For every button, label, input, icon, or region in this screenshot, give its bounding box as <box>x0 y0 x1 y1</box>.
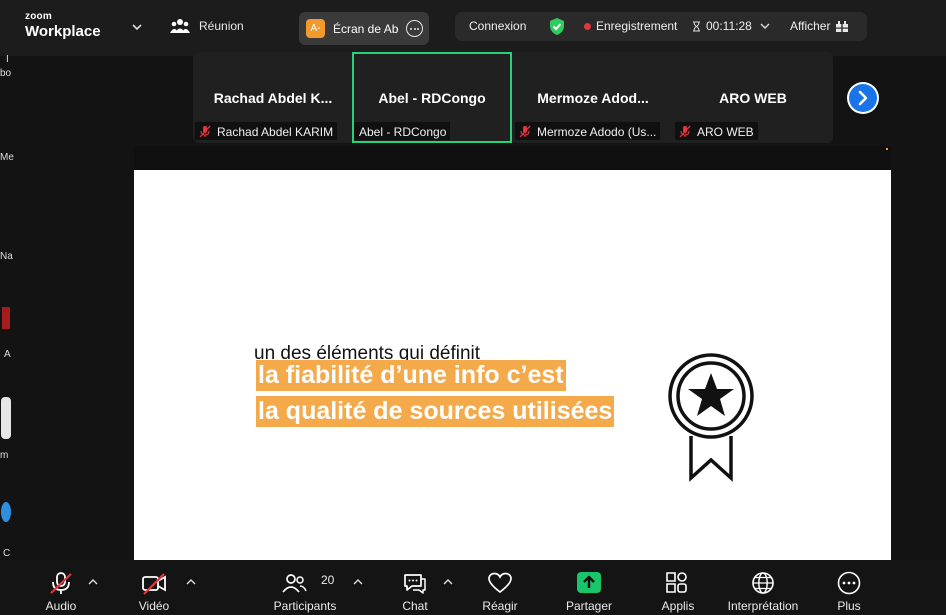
fragment-app-icon <box>1 502 11 522</box>
next-page-button[interactable] <box>847 82 879 114</box>
camera-off-icon <box>142 573 166 595</box>
sharer-avatar: A- <box>306 19 325 38</box>
mic-muted-icon <box>199 125 211 138</box>
mic-muted-icon <box>519 125 531 138</box>
heart-icon <box>488 572 512 594</box>
recording-indicator[interactable]: Enregistrement <box>584 19 677 33</box>
fragment-text: bo <box>0 68 12 79</box>
more-dots-icon <box>837 571 861 595</box>
chevron-down-icon[interactable] <box>130 20 144 34</box>
audio-button[interactable]: Audio <box>40 561 82 615</box>
fragment-text: I <box>6 54 9 65</box>
recording-label: Enregistrement <box>596 19 678 33</box>
globe-icon <box>752 572 774 594</box>
participant-label-text: Abel - RDCongo <box>359 124 447 139</box>
mic-muted-icon <box>679 125 691 138</box>
participant-display-name: Abel - RDCongo <box>378 90 486 106</box>
people-icon <box>170 19 190 33</box>
participants-button[interactable]: Participants <box>270 561 340 615</box>
fragment-text: C <box>3 548 11 559</box>
screen-share-tab[interactable]: A- Écran de Abel <box>299 12 429 45</box>
participant-thumbnail-strip: Rachad Abdel K... Rachad Abdel KARIM Abe… <box>193 52 833 143</box>
background-window-fragment: I bo Me Na A m C <box>0 52 14 560</box>
participant-tile[interactable]: Rachad Abdel K... Rachad Abdel KARIM <box>193 52 353 143</box>
indicator-dot <box>886 148 888 150</box>
react-label: Réagir <box>482 599 518 613</box>
shared-screen: un des éléments qui définit la fiabilité… <box>134 146 891 560</box>
view-label: Afficher <box>790 19 831 33</box>
shared-screen-top-band <box>134 146 891 170</box>
hourglass-icon <box>693 21 700 31</box>
participant-label-text: Mermoze Adodo (Us... <box>537 124 657 139</box>
chevron-up-icon[interactable] <box>443 578 453 586</box>
participant-label-text: ARO WEB <box>697 124 754 139</box>
apps-label: Applis <box>661 599 695 613</box>
slide-highlight-line-2: la qualité de sources utilisées <box>256 396 615 427</box>
award-ribbon-icon <box>668 353 754 482</box>
chat-bubble-icon <box>404 574 426 594</box>
more-options-icon[interactable] <box>406 20 423 37</box>
view-button[interactable]: Afficher <box>790 19 849 33</box>
apps-icon <box>666 572 687 593</box>
fragment-text: Me <box>0 152 14 163</box>
shield-check-icon[interactable] <box>548 17 566 36</box>
video-button[interactable]: Vidéo <box>133 561 175 615</box>
slide-highlight-line-1: la fiabilité d’une info c’est <box>256 360 566 391</box>
fragment-app-icon <box>1 397 11 439</box>
status-pill: Connexion Enregistrement 00:11:28 Affich… <box>455 12 867 41</box>
fragment-text: m <box>0 450 9 461</box>
participant-tile-active-speaker[interactable]: Abel - RDCongo Abel - RDCongo <box>352 52 512 143</box>
logo-line-workplace: Workplace <box>25 23 101 40</box>
chat-label: Chat <box>402 599 428 613</box>
fragment-app-icon <box>2 307 10 329</box>
record-dot-icon <box>584 22 591 30</box>
share-label: Partager <box>565 599 613 613</box>
connexion-button[interactable]: Connexion <box>469 19 526 33</box>
connexion-label: Connexion <box>469 19 527 33</box>
participant-display-name: Rachad Abdel K... <box>213 90 333 106</box>
timer-button[interactable]: 00:11:28 <box>692 19 770 33</box>
zoom-logo: zoom Workplace <box>25 11 101 40</box>
apps-button[interactable]: Applis <box>659 561 697 615</box>
video-label: Vidéo <box>138 599 170 613</box>
share-screen-icon <box>577 572 601 593</box>
fragment-text: Na <box>0 251 13 262</box>
participant-name-label: ARO WEB <box>675 122 758 140</box>
chevron-up-icon[interactable] <box>186 578 196 586</box>
chevron-right-icon <box>858 90 868 106</box>
participant-tile[interactable]: ARO WEB ARO WEB <box>673 52 833 143</box>
meeting-label: Réunion <box>199 19 244 33</box>
more-button[interactable]: Plus <box>832 561 866 615</box>
bottom-toolbar: Audio Vidéo Participants 20 Chat Réagir … <box>0 561 946 615</box>
chevron-up-icon[interactable] <box>88 578 98 586</box>
participant-name-label: Rachad Abdel KARIM <box>195 122 338 140</box>
chat-button[interactable]: Chat <box>398 561 432 615</box>
interpretation-button[interactable]: Interprétation <box>724 561 802 615</box>
meeting-button[interactable]: Réunion <box>170 18 244 34</box>
more-label: Plus <box>837 599 861 613</box>
interpretation-label: Interprétation <box>727 599 799 613</box>
participant-display-name: ARO WEB <box>719 90 787 106</box>
mic-muted-icon <box>50 572 72 594</box>
participant-tile[interactable]: Mermoze Adod... Mermoze Adodo (Us... <box>513 52 673 143</box>
fragment-text: A <box>4 349 11 360</box>
participants-count: 20 <box>321 573 335 587</box>
chevron-up-icon[interactable] <box>353 578 363 586</box>
share-tab-label: Écran de Abel <box>333 21 399 36</box>
participant-name-label: Mermoze Adodo (Us... <box>515 122 661 140</box>
grid-view-icon <box>836 20 849 32</box>
react-button[interactable]: Réagir <box>480 561 520 615</box>
participant-display-name: Mermoze Adod... <box>537 90 649 106</box>
participants-icon <box>282 574 307 593</box>
share-screen-button[interactable]: Partager <box>564 561 614 615</box>
participants-label: Participants <box>273 599 337 613</box>
participant-label-text: Rachad Abdel KARIM <box>217 124 334 139</box>
chevron-down-icon <box>760 23 770 29</box>
audio-label: Audio <box>45 599 77 613</box>
top-bar: zoom Workplace Réunion A- Écran de Abel … <box>0 0 946 56</box>
participant-name-label: Abel - RDCongo <box>354 122 451 140</box>
meeting-timer: 00:11:28 <box>706 19 752 33</box>
logo-line-zoom: zoom <box>25 11 52 22</box>
